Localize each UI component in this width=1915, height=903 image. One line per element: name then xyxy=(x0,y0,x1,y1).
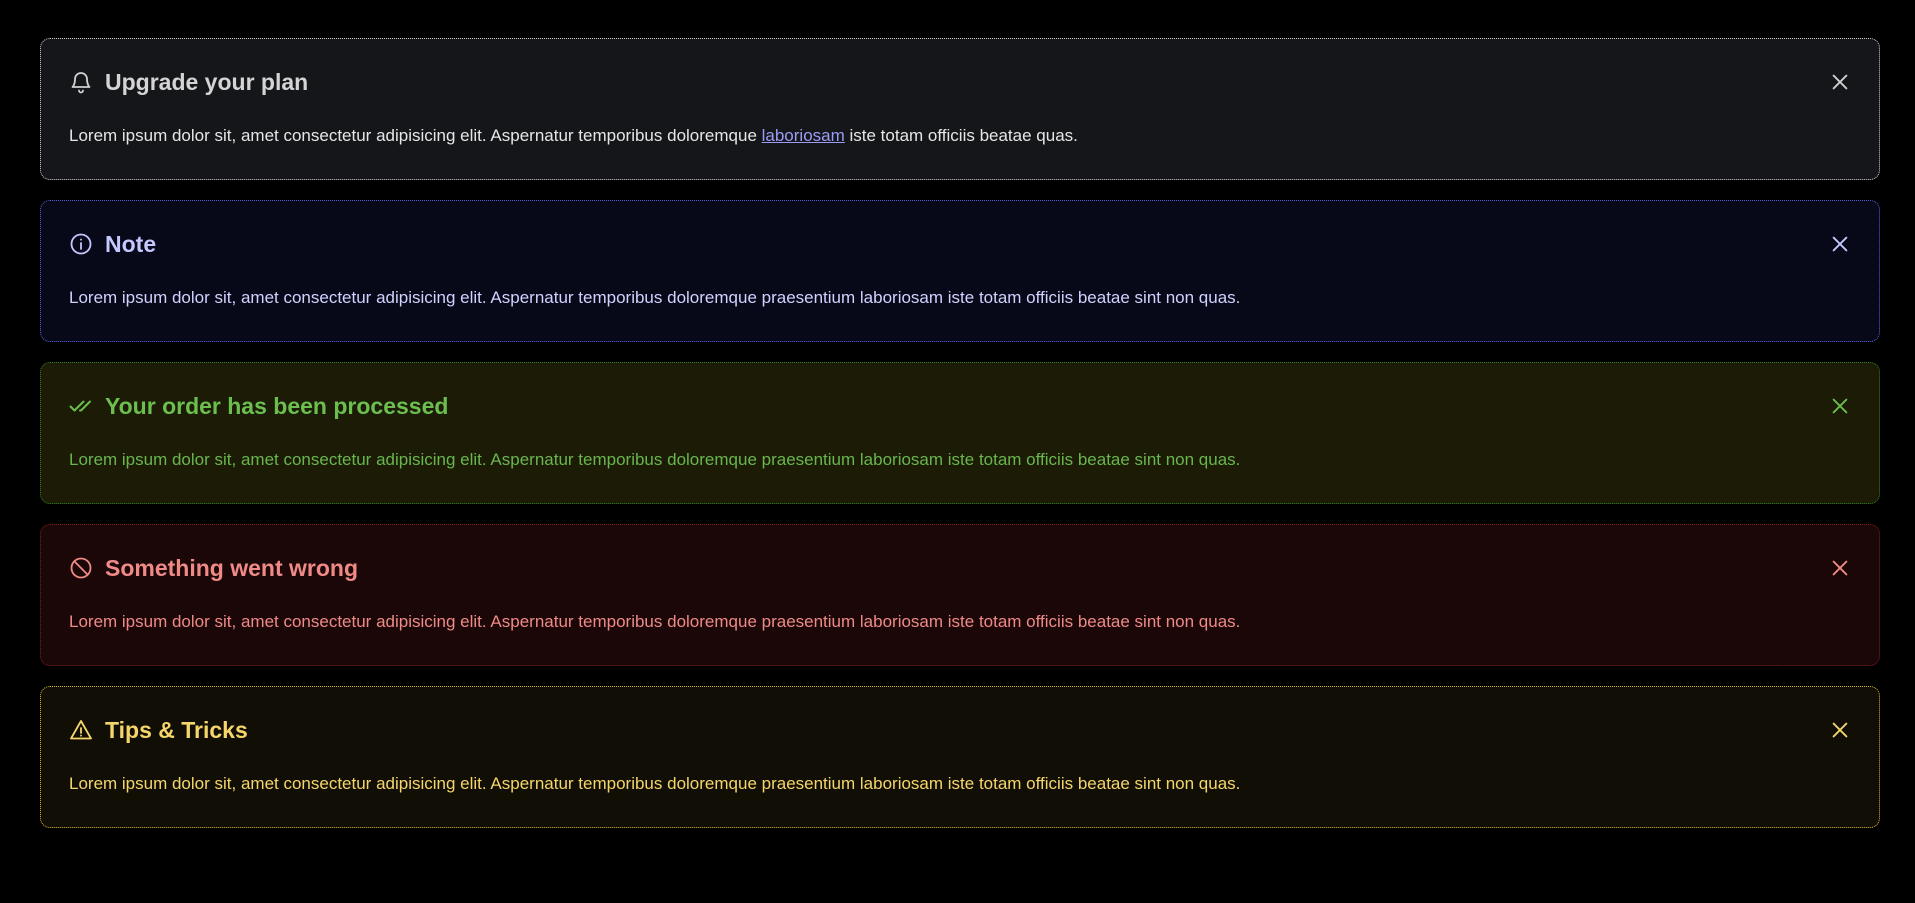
alert-tips-tricks: Tips & Tricks Lorem ipsum dolor sit, ame… xyxy=(40,686,1880,828)
alert-upgrade-plan: Upgrade your plan Lorem ipsum dolor sit,… xyxy=(40,38,1880,180)
alert-note: Note Lorem ipsum dolor sit, amet consect… xyxy=(40,200,1880,342)
laboriosam-link[interactable]: laboriosam xyxy=(762,126,845,145)
alert-message: Lorem ipsum dolor sit, amet consectetur … xyxy=(69,774,1241,793)
alert-title: Your order has been processed xyxy=(105,393,449,419)
info-circle-icon xyxy=(69,232,93,256)
alert-header: Tips & Tricks xyxy=(69,715,248,745)
alert-title: Upgrade your plan xyxy=(105,69,309,95)
alert-message: Lorem ipsum dolor sit, amet consectetur … xyxy=(69,450,1241,469)
close-icon[interactable] xyxy=(1829,395,1851,417)
alert-list: Upgrade your plan Lorem ipsum dolor sit,… xyxy=(40,38,1880,848)
alert-header: Note xyxy=(69,229,156,259)
alert-header: Upgrade your plan xyxy=(69,67,308,97)
alert-header: Your order has been processed xyxy=(69,391,448,421)
close-icon[interactable] xyxy=(1829,71,1851,93)
alert-title: Note xyxy=(105,231,157,257)
double-check-icon xyxy=(69,394,93,418)
alert-message-text: iste totam officiis beatae quas. xyxy=(844,126,1078,145)
alert-message-text: Lorem ipsum dolor sit, amet consectetur … xyxy=(69,126,762,145)
close-icon[interactable] xyxy=(1829,557,1851,579)
ban-icon xyxy=(69,556,93,580)
alert-title: Something went wrong xyxy=(105,555,358,581)
alert-message: Lorem ipsum dolor sit, amet consectetur … xyxy=(69,612,1241,631)
close-icon[interactable] xyxy=(1829,719,1851,741)
warning-triangle-icon xyxy=(69,718,93,742)
close-icon[interactable] xyxy=(1829,233,1851,255)
alert-header: Something went wrong xyxy=(69,553,358,583)
bell-icon xyxy=(69,70,93,94)
alert-message: Lorem ipsum dolor sit, amet consectetur … xyxy=(69,288,1241,307)
alert-something-wrong: Something went wrong Lorem ipsum dolor s… xyxy=(40,524,1880,666)
alert-message: Lorem ipsum dolor sit, amet consectetur … xyxy=(69,125,1078,147)
alert-title: Tips & Tricks xyxy=(105,717,248,743)
alert-order-processed: Your order has been processed Lorem ipsu… xyxy=(40,362,1880,504)
